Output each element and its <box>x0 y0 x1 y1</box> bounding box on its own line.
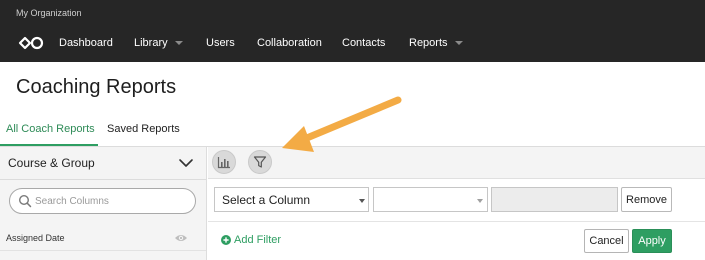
eye-icon[interactable] <box>174 232 188 244</box>
filter-divider <box>208 221 705 222</box>
column-select[interactable]: Select a Column <box>214 187 369 212</box>
section-header-course-group[interactable]: Course & Group <box>0 147 206 180</box>
nav-item-library[interactable]: Library <box>134 37 183 49</box>
search-columns-input[interactable] <box>35 193 185 210</box>
page-title: Coaching Reports <box>16 76 177 98</box>
chevron-down-icon[interactable] <box>178 157 194 169</box>
dropdown-caret-icon <box>477 199 483 203</box>
add-filter-label: Add Filter <box>234 234 282 246</box>
column-label: Assigned Date <box>6 233 65 243</box>
filter-icon <box>253 156 267 168</box>
search-columns-box[interactable] <box>9 188 196 214</box>
brand-logo-icon[interactable] <box>16 34 46 52</box>
bar-chart-icon <box>217 156 230 168</box>
chevron-down-icon <box>174 41 183 45</box>
apply-button[interactable]: Apply <box>632 229 672 253</box>
search-icon <box>18 194 32 208</box>
nav-item-collaboration[interactable]: Collaboration <box>257 37 322 49</box>
remove-filter-button[interactable]: Remove <box>621 187 672 212</box>
nav-item-dashboard[interactable]: Dashboard <box>59 37 113 49</box>
operator-select[interactable] <box>373 187 488 212</box>
column-select-value: Select a Column <box>222 193 311 207</box>
plus-circle-icon <box>221 235 231 245</box>
chart-view-button[interactable] <box>212 150 236 174</box>
tab-all-coach-reports[interactable]: All Coach Reports <box>6 123 95 135</box>
report-toolbar <box>208 147 705 179</box>
organization-name[interactable]: My Organization <box>16 8 82 18</box>
section-title: Course & Group <box>8 156 95 170</box>
nav-item-users[interactable]: Users <box>206 37 235 49</box>
cancel-button[interactable]: Cancel <box>584 229 629 253</box>
filter-value-input[interactable] <box>491 187 618 212</box>
nav-item-reports[interactable]: Reports <box>409 37 463 49</box>
filter-button[interactable] <box>248 150 272 174</box>
add-filter-link[interactable]: Add Filter <box>221 234 281 246</box>
column-list-item[interactable]: Assigned Date <box>0 227 206 251</box>
dropdown-caret-icon <box>359 199 365 203</box>
chevron-down-icon <box>454 41 463 45</box>
top-navigation-bar: My Organization Dashboard Library Users … <box>0 0 705 62</box>
columns-panel: Course & Group Assigned Date <box>0 147 207 260</box>
tab-saved-reports[interactable]: Saved Reports <box>107 123 180 135</box>
nav-item-contacts[interactable]: Contacts <box>342 37 385 49</box>
